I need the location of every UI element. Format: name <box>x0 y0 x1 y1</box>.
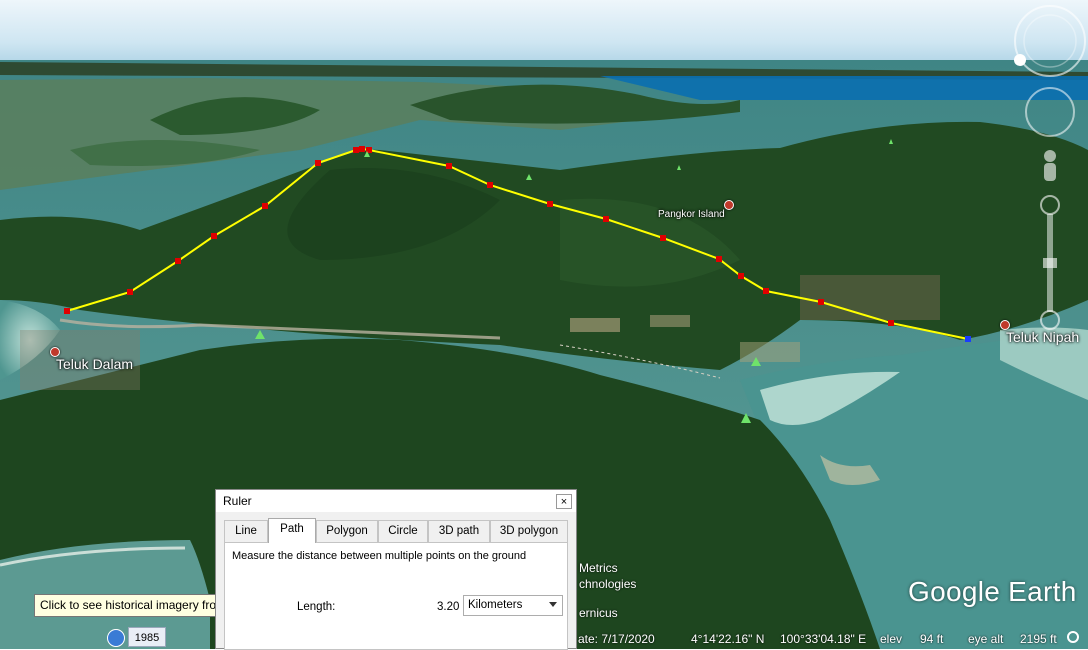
path-vertex[interactable] <box>888 320 894 326</box>
chevron-down-icon <box>549 602 557 607</box>
tab-circle[interactable]: Circle <box>378 520 428 542</box>
longitude-readout: 100°33'04.18" E <box>780 632 867 646</box>
attribution-line: ernicus <box>579 606 618 620</box>
length-label: Length: <box>297 601 336 613</box>
ruler-dialog: Ruler × Line Path Polygon Circle 3D path… <box>215 489 577 650</box>
tab-3d-polygon[interactable]: 3D polygon <box>490 520 568 542</box>
path-vertex[interactable] <box>175 258 181 264</box>
path-vertex[interactable] <box>127 289 133 295</box>
path-vertex[interactable] <box>547 201 553 207</box>
clock-icon[interactable] <box>107 629 125 647</box>
elevation-value: 94 ft <box>920 632 944 646</box>
path-vertex[interactable] <box>446 163 452 169</box>
attribution-line: Metrics <box>579 561 618 575</box>
path-vertex[interactable] <box>315 160 321 166</box>
eye-alt-label: eye alt <box>968 632 1004 646</box>
path-vertex[interactable] <box>603 216 609 222</box>
status-indicator-icon <box>1067 631 1079 643</box>
ruler-title: Ruler <box>223 494 252 508</box>
path-vertex[interactable] <box>818 299 824 305</box>
place-label-teluk-dalam[interactable]: Teluk Dalam <box>56 356 133 372</box>
close-icon[interactable]: × <box>556 494 572 509</box>
historical-imagery-year-button[interactable]: 1985 <box>128 627 166 647</box>
path-vertex[interactable] <box>763 288 769 294</box>
tab-path[interactable]: Path <box>268 518 316 543</box>
elevation-label: elev <box>880 632 903 646</box>
path-vertex[interactable] <box>660 235 666 241</box>
google-earth-logo: Google Earth <box>908 576 1077 607</box>
tab-line[interactable]: Line <box>224 520 268 542</box>
ruler-titlebar[interactable]: Ruler × <box>216 490 576 512</box>
ruler-description: Measure the distance between multiple po… <box>232 550 527 562</box>
ruler-panel: Measure the distance between multiple po… <box>224 542 568 650</box>
length-value: 3.20 <box>437 601 460 613</box>
tab-polygon[interactable]: Polygon <box>316 520 378 542</box>
eye-alt-value: 2195 ft <box>1020 632 1057 646</box>
unit-select[interactable]: Kilometers <box>463 595 563 616</box>
path-vertex[interactable] <box>359 146 365 152</box>
path-vertex[interactable] <box>738 273 744 279</box>
path-vertex[interactable] <box>211 233 217 239</box>
path-vertex[interactable] <box>353 147 359 153</box>
path-vertex[interactable] <box>64 308 70 314</box>
tab-3d-path[interactable]: 3D path <box>428 520 490 542</box>
imagery-date: ate: 7/17/2020 <box>578 632 655 646</box>
attribution-line: chnologies <box>579 577 637 591</box>
path-vertex[interactable] <box>262 203 268 209</box>
status-bar: ate: 7/17/2020 4°14'22.16" N 100°33'04.1… <box>570 628 1088 649</box>
place-label-teluk-nipah[interactable]: Teluk Nipah <box>1006 329 1079 345</box>
path-vertex[interactable] <box>487 182 493 188</box>
path-end-vertex[interactable] <box>965 336 971 342</box>
unit-selected-value: Kilometers <box>468 599 523 611</box>
street-view-pegman-icon[interactable] <box>1044 150 1056 181</box>
path-vertex[interactable] <box>716 256 722 262</box>
place-pin-icon[interactable] <box>724 200 734 210</box>
place-label-pangkor-island[interactable]: Pangkor Island <box>658 209 725 220</box>
historical-imagery-tooltip: Click to see historical imagery from <box>34 594 234 617</box>
latitude-readout: 4°14'22.16" N <box>691 632 765 646</box>
